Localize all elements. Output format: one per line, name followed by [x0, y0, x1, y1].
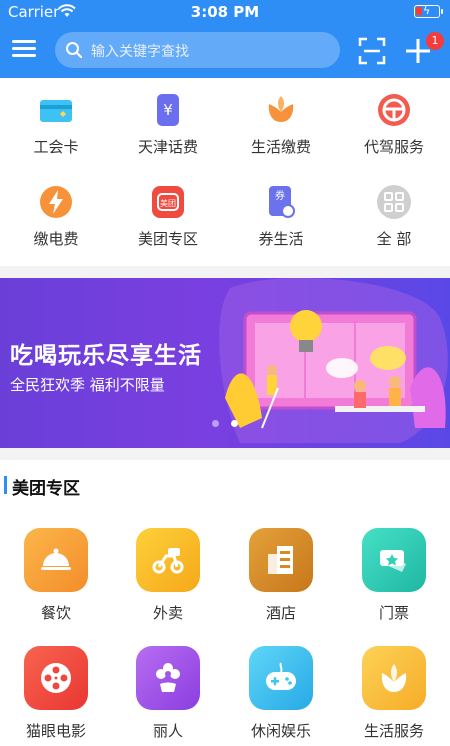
carousel-dot-active[interactable]: [231, 420, 238, 427]
quick-item-life-payment[interactable]: 生活缴费: [225, 78, 337, 168]
hotel-tile: [249, 528, 313, 592]
service-label: 生活服务: [363, 722, 424, 740]
menu-icon[interactable]: [12, 38, 36, 60]
ticket-tile: [362, 528, 426, 592]
electricity-icon: [40, 186, 72, 218]
service-label: 酒店: [265, 604, 296, 622]
quick-services-grid: 工会卡 ¥ 天津话费 生活缴费 代驾服务 缴电费 美团 美团专区 券 券生活 全…: [0, 78, 450, 266]
service-label: 休闲娱乐: [250, 722, 311, 740]
life-service-tile: [362, 646, 426, 710]
search-input[interactable]: 输入关键字查找: [55, 32, 340, 68]
quick-item-label: 全 部: [376, 230, 412, 248]
section-title: 美团专区: [12, 479, 80, 499]
quick-item-label: 缴电费: [33, 230, 79, 248]
promo-banner[interactable]: 吃喝玩乐尽享生活 全民狂欢季 福利不限量: [0, 278, 450, 448]
banner-subtitle: 全民狂欢季 福利不限量: [10, 376, 165, 394]
quick-item-label: 券生活: [258, 230, 304, 248]
service-delivery[interactable]: 外卖: [112, 510, 224, 628]
meituan-section-header: 美团专区: [0, 460, 450, 510]
dining-tile: [24, 528, 88, 592]
service-hotel[interactable]: 酒店: [225, 510, 337, 628]
quick-item-electricity[interactable]: 缴电费: [0, 170, 112, 260]
quick-item-label: 生活缴费: [250, 138, 311, 156]
search-icon: [66, 42, 83, 59]
driving-service-icon: [378, 94, 410, 126]
top-navigation: 输入关键字查找 1: [0, 24, 450, 78]
phone-bill-icon: ¥: [157, 94, 179, 126]
meituan-services-grid: 餐饮 外卖 酒店 门票 猫眼电影 丽人 休闲娱乐 生活服务: [0, 510, 450, 745]
beauty-tile: [136, 646, 200, 710]
section-accent-bar: [4, 476, 7, 494]
section-divider: [0, 266, 450, 278]
quick-item-label: 代驾服务: [363, 138, 424, 156]
quick-item-driving-service[interactable]: 代驾服务: [338, 78, 450, 168]
service-beauty[interactable]: 丽人: [112, 628, 224, 746]
service-label: 外卖: [152, 604, 183, 622]
clock: 3:08 PM: [190, 3, 260, 21]
beauty-icon: [156, 663, 180, 692]
quick-item-label: 美团专区: [137, 230, 198, 248]
life-payment-icon: [268, 96, 294, 122]
service-dining[interactable]: 餐饮: [0, 510, 112, 628]
all-services-icon: [377, 185, 411, 219]
service-life[interactable]: 生活服务: [338, 628, 450, 746]
delivery-tile: [136, 528, 200, 592]
svg-text:美团: 美团: [160, 198, 176, 208]
svg-text:¥: ¥: [163, 101, 173, 119]
life-service-icon: [381, 664, 407, 692]
search-placeholder: 输入关键字查找: [91, 44, 189, 60]
game-icon: [266, 662, 296, 690]
carousel-dot[interactable]: [212, 420, 219, 427]
quick-item-union-card[interactable]: 工会卡: [0, 78, 112, 168]
section-divider: [0, 448, 450, 460]
meituan-icon: 美团: [152, 186, 184, 218]
service-label: 门票: [378, 604, 409, 622]
service-ticket[interactable]: 门票: [338, 510, 450, 628]
quick-item-meituan[interactable]: 美团 美团专区: [112, 170, 224, 260]
svg-text:券: 券: [275, 189, 285, 202]
quick-item-coupon[interactable]: 券 券生活: [225, 170, 337, 260]
status-bar: Carrier 3:08 PM ϟ: [0, 0, 450, 24]
ticket-icon: [380, 550, 406, 572]
service-label: 餐饮: [40, 604, 71, 622]
service-label: 猫眼电影: [25, 722, 86, 740]
quick-item-label: 天津话费: [137, 138, 198, 156]
battery-icon: ϟ: [414, 4, 443, 18]
quick-item-phone-bill[interactable]: ¥ 天津话费: [112, 78, 224, 168]
hotel-icon: [268, 546, 293, 574]
service-label: 丽人: [152, 722, 183, 740]
union-card-icon: [40, 100, 72, 122]
quick-item-all-services[interactable]: 全 部: [338, 170, 450, 260]
service-game[interactable]: 休闲娱乐: [225, 628, 337, 746]
banner-title: 吃喝玩乐尽享生活: [10, 343, 202, 369]
movie-tile: [24, 646, 88, 710]
game-tile: [249, 646, 313, 710]
movie-icon: [41, 663, 71, 693]
scan-icon[interactable]: [358, 37, 386, 65]
delivery-icon: [152, 548, 184, 574]
coupon-icon: 券: [269, 186, 295, 218]
dining-icon: [41, 548, 71, 570]
quick-item-label: 工会卡: [33, 138, 79, 156]
notification-badge: 1: [426, 32, 444, 50]
service-movie[interactable]: 猫眼电影: [0, 628, 112, 746]
